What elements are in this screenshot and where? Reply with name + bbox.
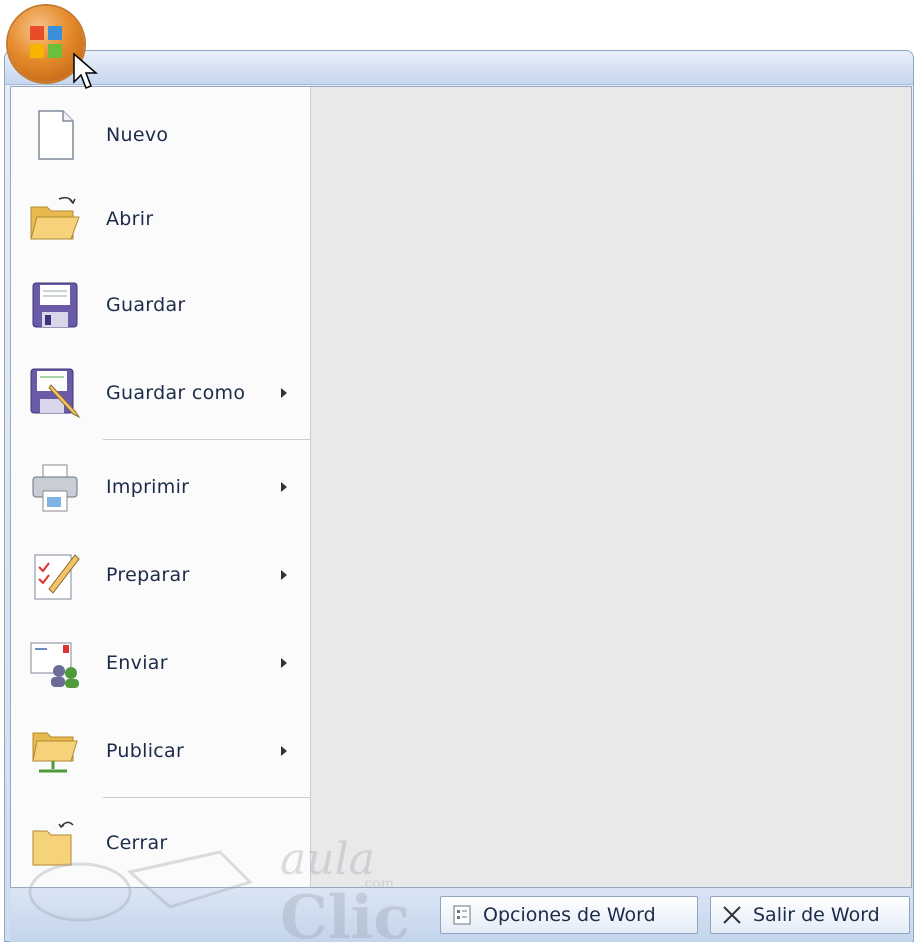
exit-word-label: Salir de Word (753, 904, 880, 926)
submenu-arrow-icon (281, 570, 287, 580)
word-options-button[interactable]: Opciones de Word (440, 896, 698, 934)
menu-item-guardar-como[interactable]: Guardar como (11, 353, 311, 433)
submenu-arrow-icon (281, 482, 287, 492)
close-folder-icon (32, 821, 74, 866)
menu-item-label: Cerrar (106, 832, 168, 854)
title-bar (5, 51, 913, 85)
menu-item-imprimir[interactable]: Imprimir (11, 447, 311, 527)
menu-item-guardar[interactable]: Guardar (11, 265, 311, 345)
new-document-icon (38, 110, 74, 160)
menu-item-label: Preparar (106, 564, 190, 586)
menu-item-label: Enviar (106, 652, 168, 674)
menu-item-label: Abrir (106, 208, 154, 230)
submenu-arrow-icon (281, 746, 287, 756)
exit-word-button[interactable]: Salir de Word (710, 896, 910, 934)
recent-documents-panel (311, 87, 911, 887)
word-options-label: Opciones de Word (483, 904, 656, 926)
open-folder-icon (30, 196, 80, 240)
menu-item-publicar[interactable]: Publicar (11, 711, 311, 791)
menu-separator (103, 797, 311, 798)
menu-item-label: Guardar (106, 294, 186, 316)
submenu-arrow-icon (281, 658, 287, 668)
menu-item-cerrar[interactable]: Cerrar (11, 803, 311, 883)
menu-item-label: Guardar como (106, 382, 246, 404)
mouse-pointer-icon (73, 52, 98, 89)
submenu-arrow-icon (281, 388, 287, 398)
menu-item-abrir[interactable]: Abrir (11, 179, 311, 259)
menu-item-preparar[interactable]: Preparar (11, 535, 311, 615)
save-as-icon (30, 368, 81, 419)
menu-item-enviar[interactable]: Enviar (11, 623, 311, 703)
printer-icon (32, 464, 78, 512)
office-logo-icon (30, 26, 62, 58)
menu-separator (103, 439, 311, 440)
menu-item-label: Nuevo (106, 124, 169, 146)
save-disk-icon (32, 282, 78, 328)
menu-item-label: Publicar (106, 740, 185, 762)
prepare-document-icon (34, 554, 80, 600)
office-menu: Nuevo Abrir Guardar Guardar como Imprimi… (10, 86, 912, 888)
menu-item-nuevo[interactable]: Nuevo (11, 95, 311, 175)
send-email-icon (30, 642, 79, 688)
options-document-icon (453, 905, 471, 925)
menu-item-label: Imprimir (106, 476, 190, 498)
close-x-icon (723, 906, 741, 924)
publish-folder-icon (32, 732, 78, 773)
menu-command-list: Nuevo Abrir Guardar Guardar como Imprimi… (11, 87, 311, 887)
menu-footer: Opciones de Word Salir de Word (10, 888, 912, 942)
